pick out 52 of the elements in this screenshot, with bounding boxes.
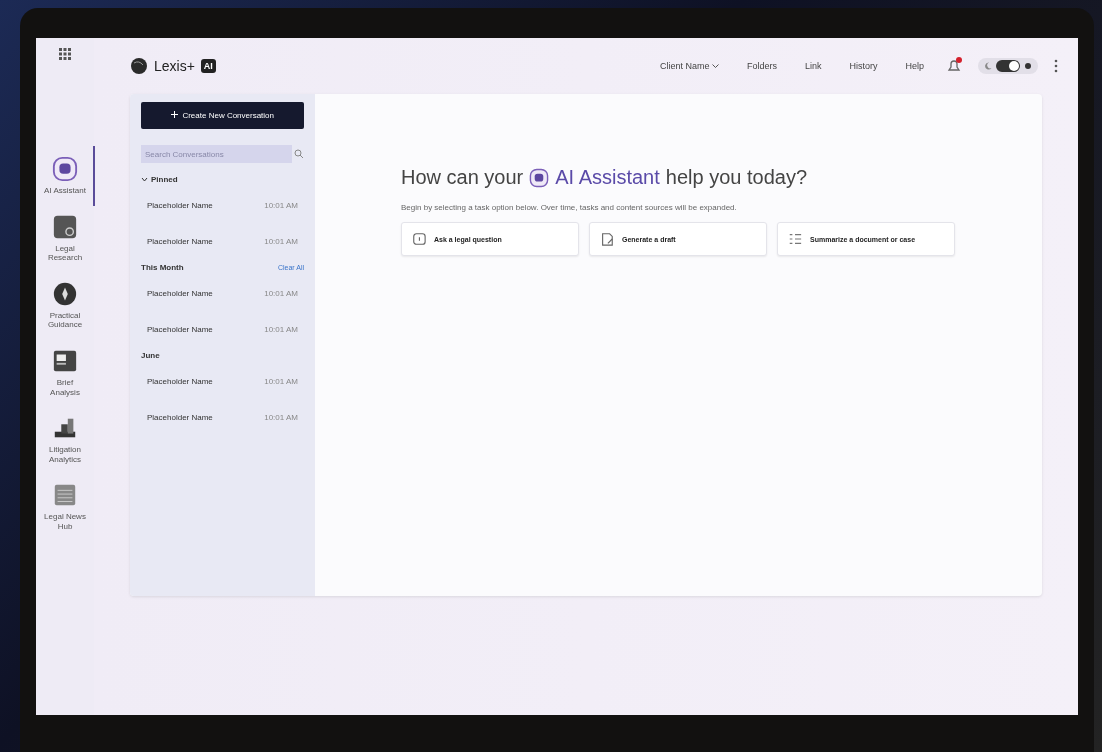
group-title: Pinned [151,174,178,184]
rail-item[interactable]: Brief Analysis [36,345,94,400]
conversation-name[interactable]: Placeholder Name [147,376,213,386]
search-field[interactable]: Search Conversations [141,145,292,163]
sun-icon [1024,62,1032,70]
research-icon [52,213,78,240]
rail-item[interactable]: Practical Guidance [36,278,94,332]
chevron-icon [141,175,148,183]
group-title: June [141,350,160,360]
conversation-time: 10:01 AM [264,288,298,298]
question-icon [412,232,426,246]
plus-icon [170,111,178,118]
brand-name: Lexis+ [154,58,195,74]
conversation-time: 10:01 AM [264,324,298,334]
conversation-name[interactable]: Placeholder Name [147,324,213,334]
hint-text: Begin by selecting a task option below. Over time, tasks and content sources will be expanded. [401,203,738,212]
nav-link[interactable]: History [843,60,884,72]
chat-icon [529,167,550,188]
theme-toggle[interactable] [978,58,1038,74]
conversation-time: 10:01 AM [264,236,298,246]
conversation-name[interactable]: Placeholder Name [147,412,213,422]
nav-link[interactable]: Folders [740,60,783,72]
conversation-name[interactable]: Placeholder Name [147,288,213,298]
rail-item[interactable]: Legal News Hub [36,480,94,534]
conversation-name[interactable]: Placeholder Name [147,236,213,246]
bell-icon[interactable] [946,58,962,74]
rail-item[interactable]: Legal Research [36,211,94,265]
globe-logo-icon [130,57,148,75]
chat-icon [52,156,78,182]
assistant-name: AI Assistant [555,166,660,189]
app-grid-icon[interactable] [59,48,71,60]
group-toggle[interactable]: Pinned [141,174,178,184]
conversation-time: 10:01 AM [264,412,298,422]
ai-badge: AI [200,59,216,73]
nav-link[interactable]: Help [899,60,930,72]
heading-text: How can your [401,166,524,189]
caret-icon [711,64,719,69]
nav-link[interactable]: Link [798,60,828,72]
group-title: This Month [141,262,184,272]
rail-item[interactable]: Litigation Analytics [36,413,94,467]
nav-link[interactable]: Client Name [653,60,725,72]
draft-icon [600,232,614,246]
conversation-time: 10:01 AM [264,376,298,386]
search-icon [294,149,304,159]
summary-icon [788,232,802,246]
compass-icon [52,280,78,307]
heading-text: help you today? [665,166,807,189]
conversation-time: 10:01 AM [264,200,298,210]
conversation-name[interactable]: Placeholder Name [147,200,213,210]
moon-icon [984,62,992,70]
create-conversation-button[interactable]: Create New Conversation [141,102,304,129]
more-menu-icon[interactable] [1054,59,1058,73]
